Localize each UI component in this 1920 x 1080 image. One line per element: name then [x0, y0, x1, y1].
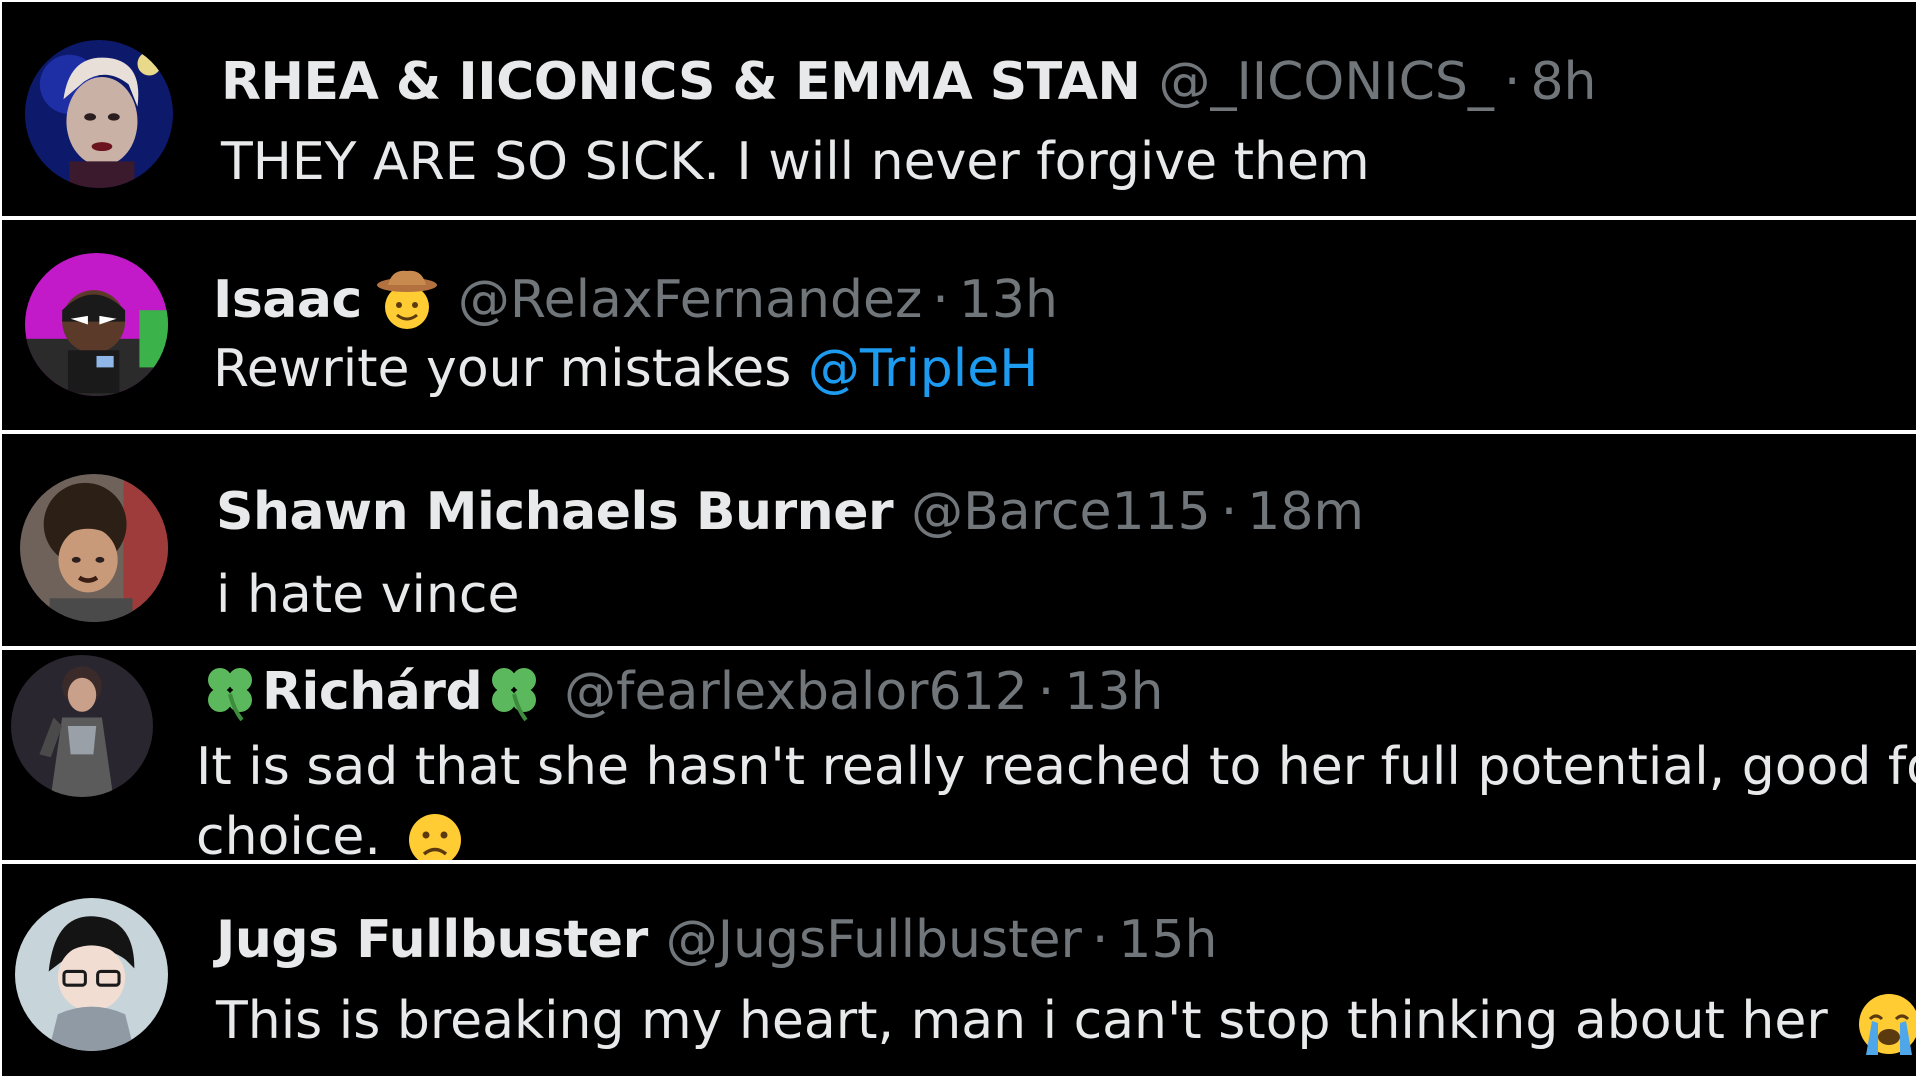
username[interactable]: @_IICONICS_ [1158, 56, 1493, 108]
tweet-text-content: choice. [196, 807, 381, 860]
username[interactable]: @RelaxFernandez [458, 274, 922, 326]
tweet-text: THEY ARE SO SICK. I will never forgive t… [221, 132, 1370, 192]
tweet-text-content: Rewrite your mistakes [213, 339, 808, 399]
avatar[interactable] [15, 898, 168, 1051]
four-leaf-clover-icon [198, 660, 262, 724]
slightly-frowning-face-icon [405, 810, 465, 860]
tweet-header: Richárd @fearlexbalor612 · 13h [198, 660, 1163, 724]
tweet-card[interactable]: Jugs Fullbuster @JugsFullbuster · 15h Th… [2, 864, 1916, 1076]
tweet-text: choice. [196, 802, 465, 860]
display-name[interactable]: Shawn Michaels Burner [216, 486, 894, 538]
timestamp[interactable]: 13h [959, 274, 1058, 326]
tweet-text: i hate vince [216, 565, 520, 625]
timestamp[interactable]: 13h [1064, 666, 1163, 718]
username[interactable]: @JugsFullbuster [666, 914, 1082, 966]
tweet-header: Shawn Michaels Burner @Barce115 · 18m [216, 486, 1364, 538]
tweet-text: This is breaking my heart, man i can't s… [216, 986, 1916, 1059]
display-name[interactable]: Richárd [262, 666, 483, 718]
tweet-text-content: This is breaking my heart, man i can't s… [216, 991, 1828, 1051]
tweet-card[interactable]: RHEA & IICONICS & EMMA STAN @_IICONICS_ … [2, 2, 1916, 216]
tweet-text: It is sad that she hasn't really reached… [196, 737, 1916, 797]
separator-dot: · [932, 270, 949, 330]
avatar[interactable] [25, 40, 173, 188]
timestamp[interactable]: 18m [1247, 486, 1364, 538]
avatar[interactable] [11, 655, 153, 797]
display-name[interactable]: RHEA & IICONICS & EMMA STAN [221, 56, 1141, 108]
timestamp[interactable]: 8h [1530, 56, 1596, 108]
tweet-header: Isaac @RelaxFernandez · 13h [213, 267, 1058, 333]
mention-link[interactable]: @TripleH [808, 339, 1039, 399]
tweet-text: Rewrite your mistakes @TripleH [213, 334, 1038, 404]
username[interactable]: @fearlexbalor612 [564, 666, 1028, 718]
tweet-collage: RHEA & IICONICS & EMMA STAN @_IICONICS_ … [0, 0, 1920, 1080]
timestamp[interactable]: 15h [1118, 914, 1217, 966]
avatar[interactable] [25, 253, 168, 396]
separator-dot: · [1220, 482, 1238, 542]
separator-dot: · [1503, 52, 1521, 112]
four-leaf-clover-icon [482, 660, 546, 724]
tweet-card[interactable]: Isaac @RelaxFernandez · 13h Rewrite your… [2, 220, 1916, 430]
tweet-card[interactable]: Shawn Michaels Burner @Barce115 · 18m i … [2, 434, 1916, 646]
username[interactable]: @Barce115 [911, 486, 1211, 538]
tweet-card[interactable]: Richárd @fearlexbalor612 · 13h It is sad… [2, 650, 1916, 860]
tweet-header: Jugs Fullbuster @JugsFullbuster · 15h [216, 914, 1218, 966]
loudly-crying-face-icon [1854, 989, 1916, 1059]
avatar[interactable] [20, 474, 168, 622]
separator-dot: · [1037, 662, 1055, 722]
separator-dot: · [1091, 910, 1109, 970]
tweet-header: RHEA & IICONICS & EMMA STAN @_IICONICS_ … [221, 56, 1597, 108]
display-name[interactable]: Isaac [213, 274, 362, 326]
display-name[interactable]: Jugs Fullbuster [216, 914, 648, 966]
cowboy-face-icon [374, 267, 440, 333]
